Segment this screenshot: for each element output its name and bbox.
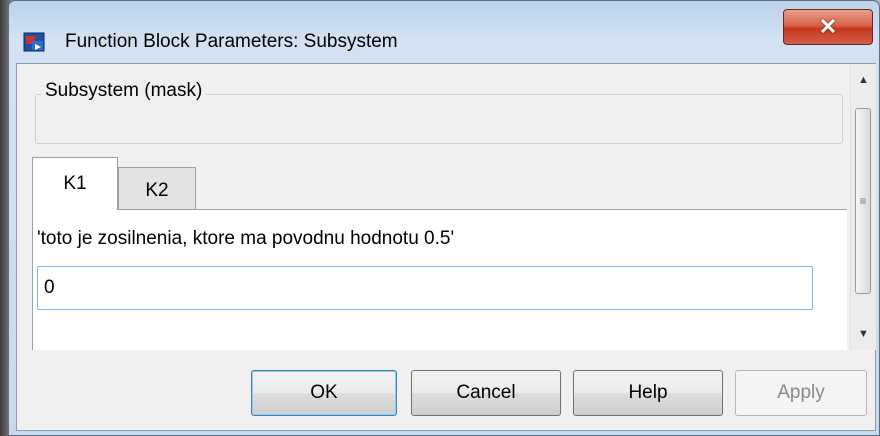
dialog-button-bar: OK Cancel Help Apply — [17, 350, 875, 430]
tab-k2-label: K2 — [145, 179, 169, 201]
close-button[interactable]: ✕ — [783, 9, 873, 45]
scroll-grip-icon: ≡ — [859, 194, 867, 208]
tab-k1-label: K1 — [63, 173, 87, 194]
help-button[interactable]: Help — [573, 370, 723, 416]
dialog-window: Function Block Parameters: Subsystem ✕ S… — [8, 0, 880, 436]
close-icon: ✕ — [818, 14, 838, 39]
title-bar[interactable]: Function Block Parameters: Subsystem ✕ — [9, 1, 879, 67]
parameter-label: 'toto je zosilnenia, ktore ma povodnu ho… — [37, 228, 455, 249]
scroll-thumb[interactable]: ≡ — [855, 108, 871, 294]
scroll-up-arrow-icon[interactable]: ▲ — [851, 66, 876, 94]
tab-k1[interactable]: K1 — [32, 157, 118, 210]
apply-button[interactable]: Apply — [735, 370, 867, 416]
mask-group-title: Subsystem (mask) — [41, 80, 207, 102]
simulink-block-icon — [23, 32, 45, 52]
parameter-value-input[interactable] — [37, 266, 813, 310]
window-title: Function Block Parameters: Subsystem — [65, 31, 398, 52]
tab-k2[interactable]: K2 — [118, 167, 196, 213]
cancel-button[interactable]: Cancel — [411, 370, 561, 416]
ok-button[interactable]: OK — [251, 370, 397, 416]
vertical-scrollbar[interactable]: ▲ ≡ ▼ — [850, 64, 876, 350]
scroll-down-arrow-icon[interactable]: ▼ — [851, 320, 876, 348]
dialog-client-area: Subsystem (mask) K1 K2 'toto je zosilnen… — [16, 63, 876, 431]
